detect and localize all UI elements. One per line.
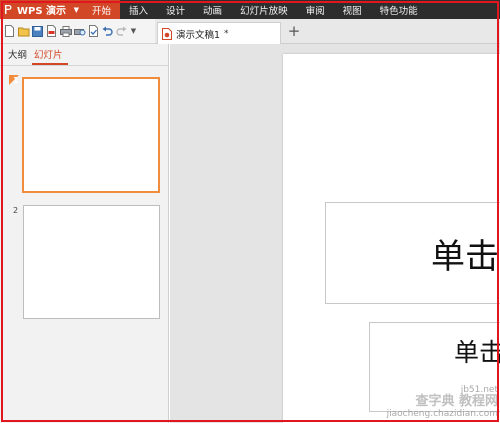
title-placeholder[interactable]: 单击: [325, 202, 500, 304]
panel-tab-bar: 大纲 幻灯片: [0, 44, 168, 66]
subtitle-placeholder[interactable]: 单击: [369, 322, 500, 412]
document-title: 演示文稿1: [176, 29, 221, 41]
export-pdf-icon[interactable]: [45, 25, 58, 38]
app-menu-button[interactable]: WPS 演示 ▼: [0, 0, 83, 19]
menu-special-features[interactable]: 特色功能: [371, 0, 427, 19]
menu-design[interactable]: 设计: [157, 0, 194, 19]
save-icon[interactable]: [31, 25, 44, 38]
spellcheck-icon[interactable]: [87, 25, 100, 38]
menu-bar: WPS 演示 ▼ 开始 插入 设计 动画 幻灯片放映 审阅 视图 特色功能: [0, 0, 500, 19]
slide-thumbnail-2[interactable]: [23, 205, 160, 319]
unsaved-marker: *: [224, 28, 229, 39]
quick-access-toolbar: ▼: [0, 19, 155, 44]
new-file-icon[interactable]: [3, 25, 16, 38]
menu-home[interactable]: 开始: [83, 0, 121, 19]
redo-icon[interactable]: [115, 25, 128, 38]
new-tab-button[interactable]: +: [286, 22, 302, 40]
editing-workspace: 单击 单击: [170, 44, 500, 423]
subtitle-placeholder-text: 单击: [454, 338, 500, 367]
document-tab-strip: 演示文稿1 * +: [155, 19, 500, 44]
menu-insert[interactable]: 插入: [120, 0, 157, 19]
undo-icon[interactable]: [101, 25, 114, 38]
chevron-down-icon: ▼: [73, 5, 79, 14]
title-placeholder-text: 单击: [431, 236, 499, 277]
document-tab[interactable]: 演示文稿1 *: [157, 22, 281, 44]
slide-thumbnail-1[interactable]: [22, 77, 160, 193]
presentation-file-icon: [162, 27, 172, 40]
tab-outline[interactable]: 大纲: [6, 47, 32, 65]
customize-dropdown-icon[interactable]: ▼: [129, 25, 138, 38]
slide-canvas[interactable]: 单击 单击: [283, 54, 500, 423]
wps-logo-icon: [5, 5, 12, 14]
menu-view[interactable]: 视图: [334, 0, 371, 19]
slide-number: 1: [13, 76, 19, 85]
print-preview-icon[interactable]: [73, 25, 86, 38]
print-icon[interactable]: [59, 25, 72, 38]
open-folder-icon[interactable]: [17, 25, 30, 38]
slide-number: 2: [13, 206, 19, 215]
menu-slideshow[interactable]: 幻灯片放映: [231, 0, 297, 19]
app-name: WPS 演示: [17, 6, 67, 17]
tab-slides[interactable]: 幻灯片: [32, 47, 68, 65]
menu-review[interactable]: 审阅: [297, 0, 334, 19]
menu-animation[interactable]: 动画: [194, 0, 231, 19]
